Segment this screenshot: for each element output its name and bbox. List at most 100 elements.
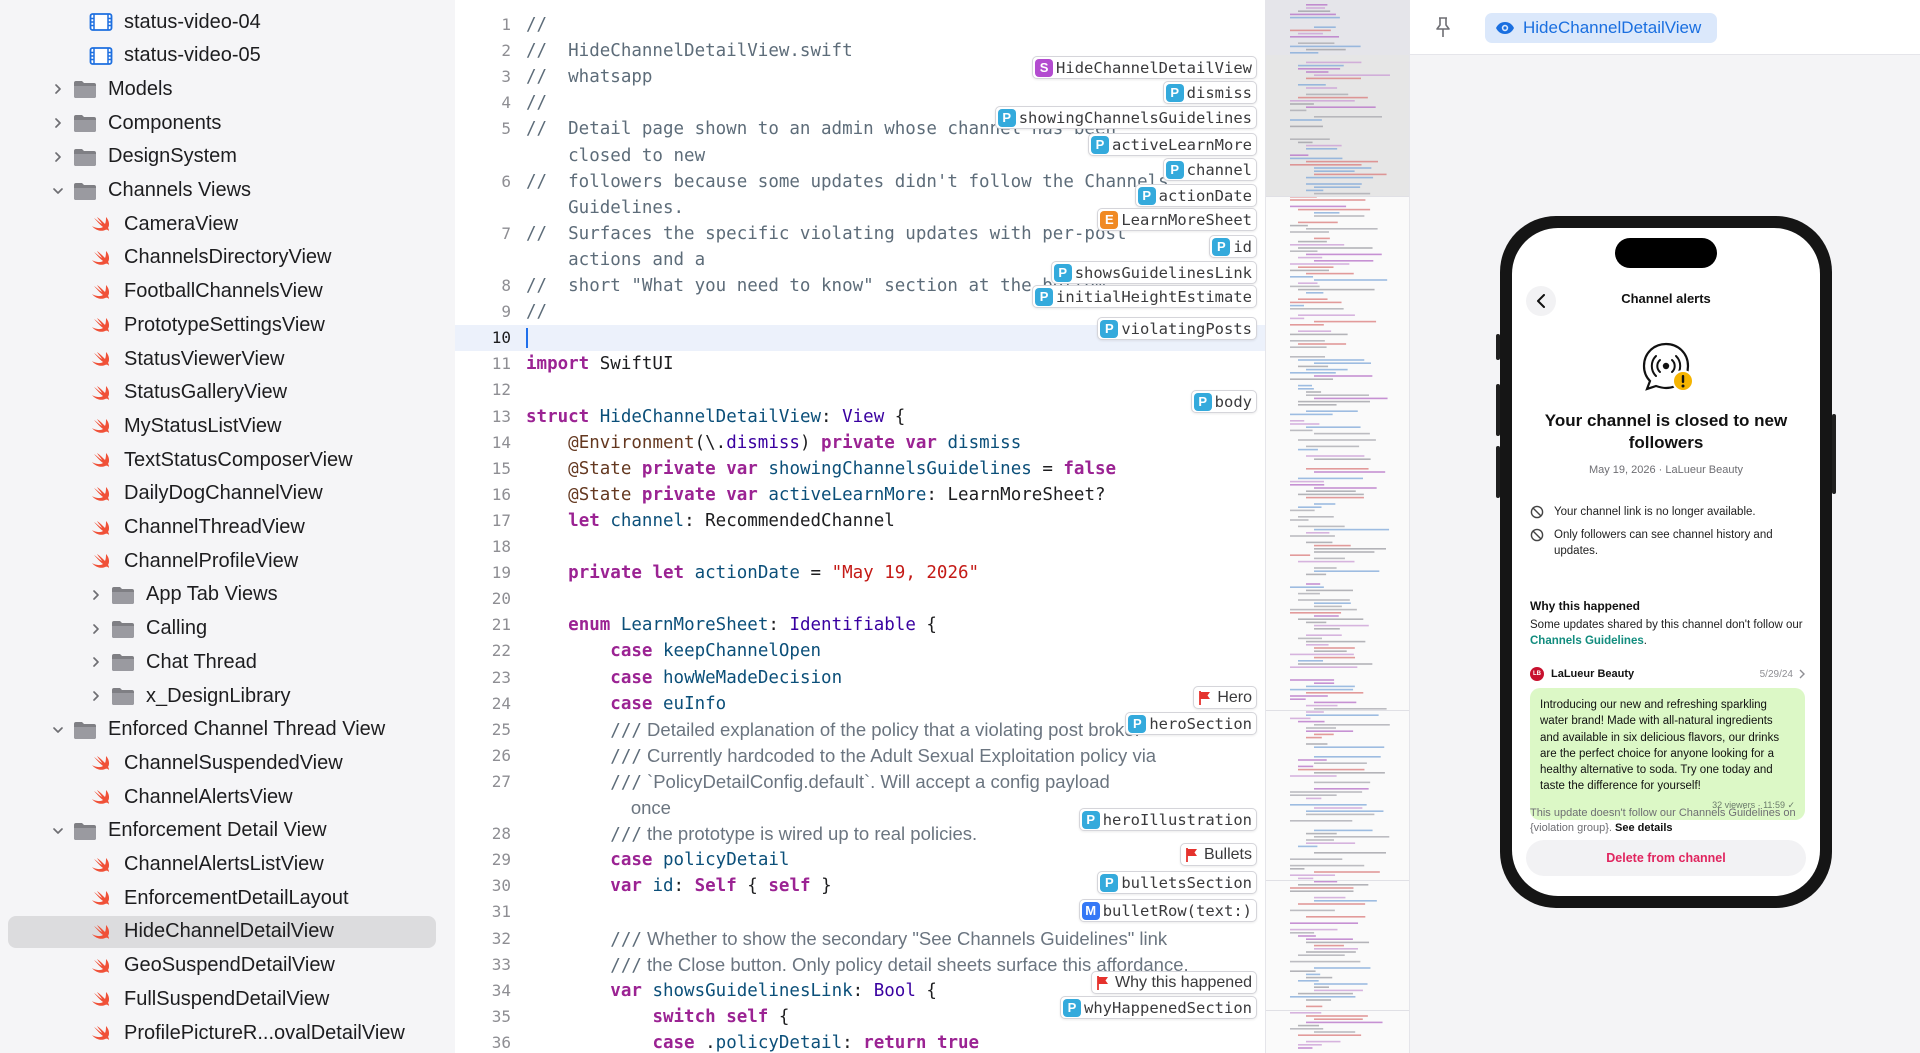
sidebar-item[interactable]: status-video-04 [8, 6, 436, 38]
outline-pill[interactable]: Bullets [1179, 843, 1257, 866]
code-editor[interactable]: 1 // 2 // HideChannelDetailView.swift 3 // wh… [455, 0, 1265, 1053]
sidebar-item[interactable]: EnforcementDetailLayout [8, 882, 436, 914]
minimap-line [1290, 653, 1354, 656]
outline-pill[interactable]: Pdismiss [1162, 81, 1257, 104]
sidebar-item[interactable]: CameraView [8, 208, 436, 240]
sidebar-item-label: GeoSuspendDetailView [124, 954, 335, 977]
outline-pill[interactable]: PactiveLearnMore [1088, 133, 1257, 156]
code-line[interactable]: 32 /// Whether to show the secondary "Se… [455, 926, 1265, 952]
no-entry-icon [1530, 528, 1544, 542]
code-line[interactable]: 36 case .policyDetail: return true [455, 1030, 1265, 1053]
outline-pill[interactable]: PinitialHeightEstimate [1032, 285, 1257, 308]
why-body-text: Some updates shared by this channel don'… [1530, 619, 1803, 631]
outline-pill[interactable]: PheroSection [1125, 712, 1257, 735]
outline-pill[interactable]: PbulletsSection [1097, 871, 1257, 894]
sidebar-item[interactable]: ChannelProfileView [8, 545, 436, 577]
chevron-right-icon[interactable] [50, 149, 66, 165]
sidebar-item[interactable]: Models [8, 73, 436, 105]
outline-pill[interactable]: Pbody [1190, 390, 1257, 413]
post-bubble[interactable]: Introducing our new and refreshing spark… [1530, 688, 1805, 821]
chevron-right-icon[interactable] [88, 621, 104, 637]
preview-selector[interactable]: HideChannelDetailView [1485, 13, 1718, 43]
code-line[interactable]: 26 /// Currently hardcoded to the Adult … [455, 743, 1265, 769]
minimap-line [1314, 656, 1356, 659]
sidebar-item[interactable]: ChannelAlertsListView [8, 849, 436, 881]
sidebar-item[interactable]: Calling [8, 613, 436, 645]
chevron-right-icon[interactable] [50, 81, 66, 97]
sidebar-item[interactable]: HideChannelDetailView [8, 915, 436, 948]
code-line[interactable]: 19 private let actionDate = "May 19, 202… [455, 560, 1265, 586]
outline-pill[interactable]: Why this happened [1091, 971, 1257, 994]
sidebar-item[interactable]: ChannelThreadView [8, 512, 436, 544]
sidebar-item[interactable]: ChannelSuspendedView [8, 747, 436, 779]
chevron-down-icon[interactable] [50, 823, 66, 839]
sidebar-item[interactable]: StatusViewerView [8, 343, 436, 375]
sidebar-item[interactable]: Channels Views [8, 175, 436, 207]
sidebar-item[interactable]: Enforced Channel Thread View [8, 714, 436, 746]
chevron-down-icon[interactable] [50, 183, 66, 199]
code-line[interactable]: 21 enum LearnMoreSheet: Identifiable { [455, 612, 1265, 638]
code-line[interactable]: 14 @Environment(\.dismiss) private var d… [455, 430, 1265, 456]
pin-icon[interactable] [1430, 14, 1456, 40]
code-line[interactable]: 12 [455, 377, 1265, 403]
line-number: 18 [491, 537, 511, 556]
outline-pill[interactable]: Pid [1209, 235, 1257, 258]
sidebar-item[interactable]: x_DesignLibrary [8, 680, 436, 712]
sidebar-item[interactable]: MyStatusListView [8, 410, 436, 442]
outline-pill[interactable]: PshowingChannelsGuidelines [994, 106, 1257, 129]
sidebar-item[interactable]: StatusGalleryView [8, 377, 436, 409]
sidebar-item[interactable]: Enforcement Detail View [8, 815, 436, 847]
sidebar-item[interactable]: status-video-05 [8, 40, 436, 72]
code-line[interactable]: 1 // [455, 12, 1265, 38]
post-text: Introducing our new and refreshing spark… [1540, 699, 1780, 793]
sidebar-item[interactable]: PrototypeSettingsView [8, 309, 436, 341]
chevron-right-icon[interactable] [88, 688, 104, 704]
code-line[interactable]: 17 let channel: RecommendedChannel [455, 508, 1265, 534]
channels-guidelines-link[interactable]: Channels Guidelines [1530, 635, 1644, 647]
outline-pill[interactable]: PshowsGuidelinesLink [1050, 261, 1257, 284]
sidebar-item[interactable]: DailyDogChannelView [8, 478, 436, 510]
outline-pill[interactable]: PviolatingPosts [1097, 317, 1257, 340]
sidebar-item[interactable]: Chat Thread [8, 646, 436, 678]
chevron-right-icon[interactable] [50, 115, 66, 131]
code-line[interactable]: 20 [455, 586, 1265, 612]
minimap[interactable] [1265, 0, 1410, 1053]
outline-pill[interactable]: PheroIllustration [1078, 808, 1257, 831]
outline-pill[interactable]: MbulletRow(text:) [1078, 899, 1257, 922]
minimap-line [1306, 644, 1329, 646]
chevron-right-icon[interactable] [88, 587, 104, 603]
post-header[interactable]: LB LaLueur Beauty 5/29/24 [1530, 664, 1805, 684]
sidebar-item[interactable]: FootballChannelsView [8, 276, 436, 308]
sidebar-item[interactable]: GeoSuspendDetailView [8, 950, 436, 982]
outline-pill[interactable]: E LearnMoreSheet [1097, 208, 1257, 231]
code-line[interactable]: 22 case keepChannelOpen [455, 638, 1265, 664]
outline-pill[interactable]: Pchannel [1162, 158, 1257, 181]
minimap-line [1290, 864, 1365, 867]
sidebar-item[interactable]: ChannelAlertsView [8, 781, 436, 813]
chevron-right-icon[interactable] [88, 654, 104, 670]
code-text: @State private var activeLearnMore: Lear… [568, 484, 1106, 505]
sidebar-item[interactable]: ChannelsDirectoryView [8, 242, 436, 274]
code-line[interactable]: 23 case howWeMadeDecision [455, 665, 1265, 691]
code-line[interactable]: 18 [455, 534, 1265, 560]
sidebar-item[interactable]: FullSuspendDetailView [8, 983, 436, 1015]
outline-pill[interactable]: PactionDate [1134, 184, 1257, 207]
folder-icon [72, 146, 98, 168]
code-line[interactable]: 27 /// `PolicyDetailConfig.default`. Wil… [455, 769, 1265, 795]
outline-pill[interactable]: S HideChannelDetailView [1032, 56, 1257, 79]
see-details-link[interactable]: See details [1615, 822, 1672, 834]
sidebar-item[interactable]: App Tab Views [8, 579, 436, 611]
outline-pill[interactable]: Hero [1193, 686, 1257, 709]
sidebar-item[interactable]: DesignSystem [8, 141, 436, 173]
code-line[interactable]: 11 import SwiftUI [455, 351, 1265, 377]
sidebar-item[interactable]: Components [8, 107, 436, 139]
code-line[interactable]: 29 case policyDetail [455, 847, 1265, 873]
code-line[interactable]: 13 struct HideChannelDetailView: View { [455, 404, 1265, 430]
sidebar-item[interactable]: ProfilePictureR...ovalDetailView [8, 1017, 436, 1049]
code-line[interactable]: 15 @State private var showingChannelsGui… [455, 456, 1265, 482]
code-line[interactable]: 16 @State private var activeLearnMore: L… [455, 482, 1265, 508]
delete-from-channel-button[interactable]: Delete from channel [1526, 840, 1806, 876]
chevron-down-icon[interactable] [50, 722, 66, 738]
outline-pill[interactable]: PwhyHappenedSection [1060, 996, 1257, 1019]
sidebar-item[interactable]: TextStatusComposerView [8, 444, 436, 476]
